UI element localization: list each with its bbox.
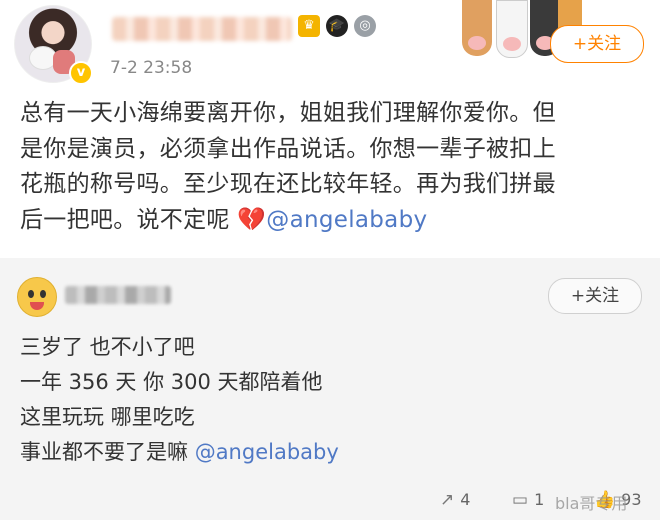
orange-paw-icon	[462, 0, 492, 56]
post-text-line: 花瓶的称号吗。至少现在还比较年轻。再为我们拼最	[20, 171, 556, 197]
quoted-blurred-username[interactable]	[65, 286, 171, 304]
graduation-cap-icon[interactable]: 🎓	[326, 15, 348, 37]
comment-count: 1	[534, 490, 545, 509]
post-text-line: 总有一天小海绵要离开你，姐姐我们理解你爱你。但	[20, 100, 556, 126]
quoted-post[interactable]: +关注 三岁了 也不小了吧 一年 356 天 你 300 天都陪着他 这里玩玩 …	[0, 258, 660, 520]
post-body: 总有一天小海绵要离开你，姐姐我们理解你爱你。但 是你是演员，必须拿出作品说话。你…	[20, 96, 646, 238]
avatar-eye	[40, 290, 46, 298]
comment-icon: ▭	[512, 490, 529, 510]
post-text-line: 是你是演员，必须拿出作品说话。你想一辈子被扣上	[20, 135, 556, 162]
broken-heart-icon: 💔	[237, 206, 267, 233]
post-timestamp: 7-2 23:58	[110, 58, 193, 78]
watermark-text: bla哥专用	[555, 494, 628, 513]
mention-link[interactable]: @angelababy	[266, 207, 427, 233]
quoted-post-body: 三岁了 也不小了吧 一年 356 天 你 300 天都陪着他 这里玩玩 哪里吃吃…	[20, 330, 620, 470]
comment-action[interactable]: ▭ 1	[512, 490, 544, 510]
blurred-username[interactable]	[112, 17, 292, 41]
follow-button[interactable]: +关注	[550, 25, 644, 63]
repost-count: 4	[460, 490, 471, 509]
verified-badge-icon: v	[69, 61, 93, 85]
white-paw-icon	[496, 0, 528, 58]
quoted-follow-button[interactable]: +关注	[548, 278, 642, 314]
member-crown-icon[interactable]: ♛	[298, 15, 320, 37]
quoted-text-line: 事业都不要了是嘛 @angelababy	[20, 435, 620, 470]
repost-icon: ↗	[440, 490, 455, 510]
original-post: v ♛ 🎓 ◎ 7-2 23:58 +关注 总有一天小海绵要离开你，姐姐我们理解…	[0, 0, 660, 258]
quoted-text-line: 三岁了 也不小了吧	[20, 335, 195, 359]
quoted-text-line: 这里玩玩 哪里吃吃	[20, 405, 195, 429]
quoted-text-line-content: 事业都不要了是嘛	[20, 440, 188, 464]
medal-icon[interactable]: ◎	[354, 15, 376, 37]
user-badges: ♛ 🎓 ◎	[298, 15, 376, 37]
post-text-line: 后一把吧。说不定呢	[20, 206, 230, 233]
action-bar: ↗ 4 ▭ 1 👍 93 bla哥专用	[0, 486, 660, 520]
avatar-mouth	[30, 302, 44, 310]
quoted-user-avatar[interactable]	[17, 277, 57, 317]
quoted-text-line: 一年 356 天 你 300 天都陪着他	[20, 370, 323, 394]
repost-action[interactable]: ↗ 4	[440, 490, 470, 510]
mention-link[interactable]: @angelababy	[195, 440, 339, 464]
avatar-eye	[28, 290, 34, 298]
